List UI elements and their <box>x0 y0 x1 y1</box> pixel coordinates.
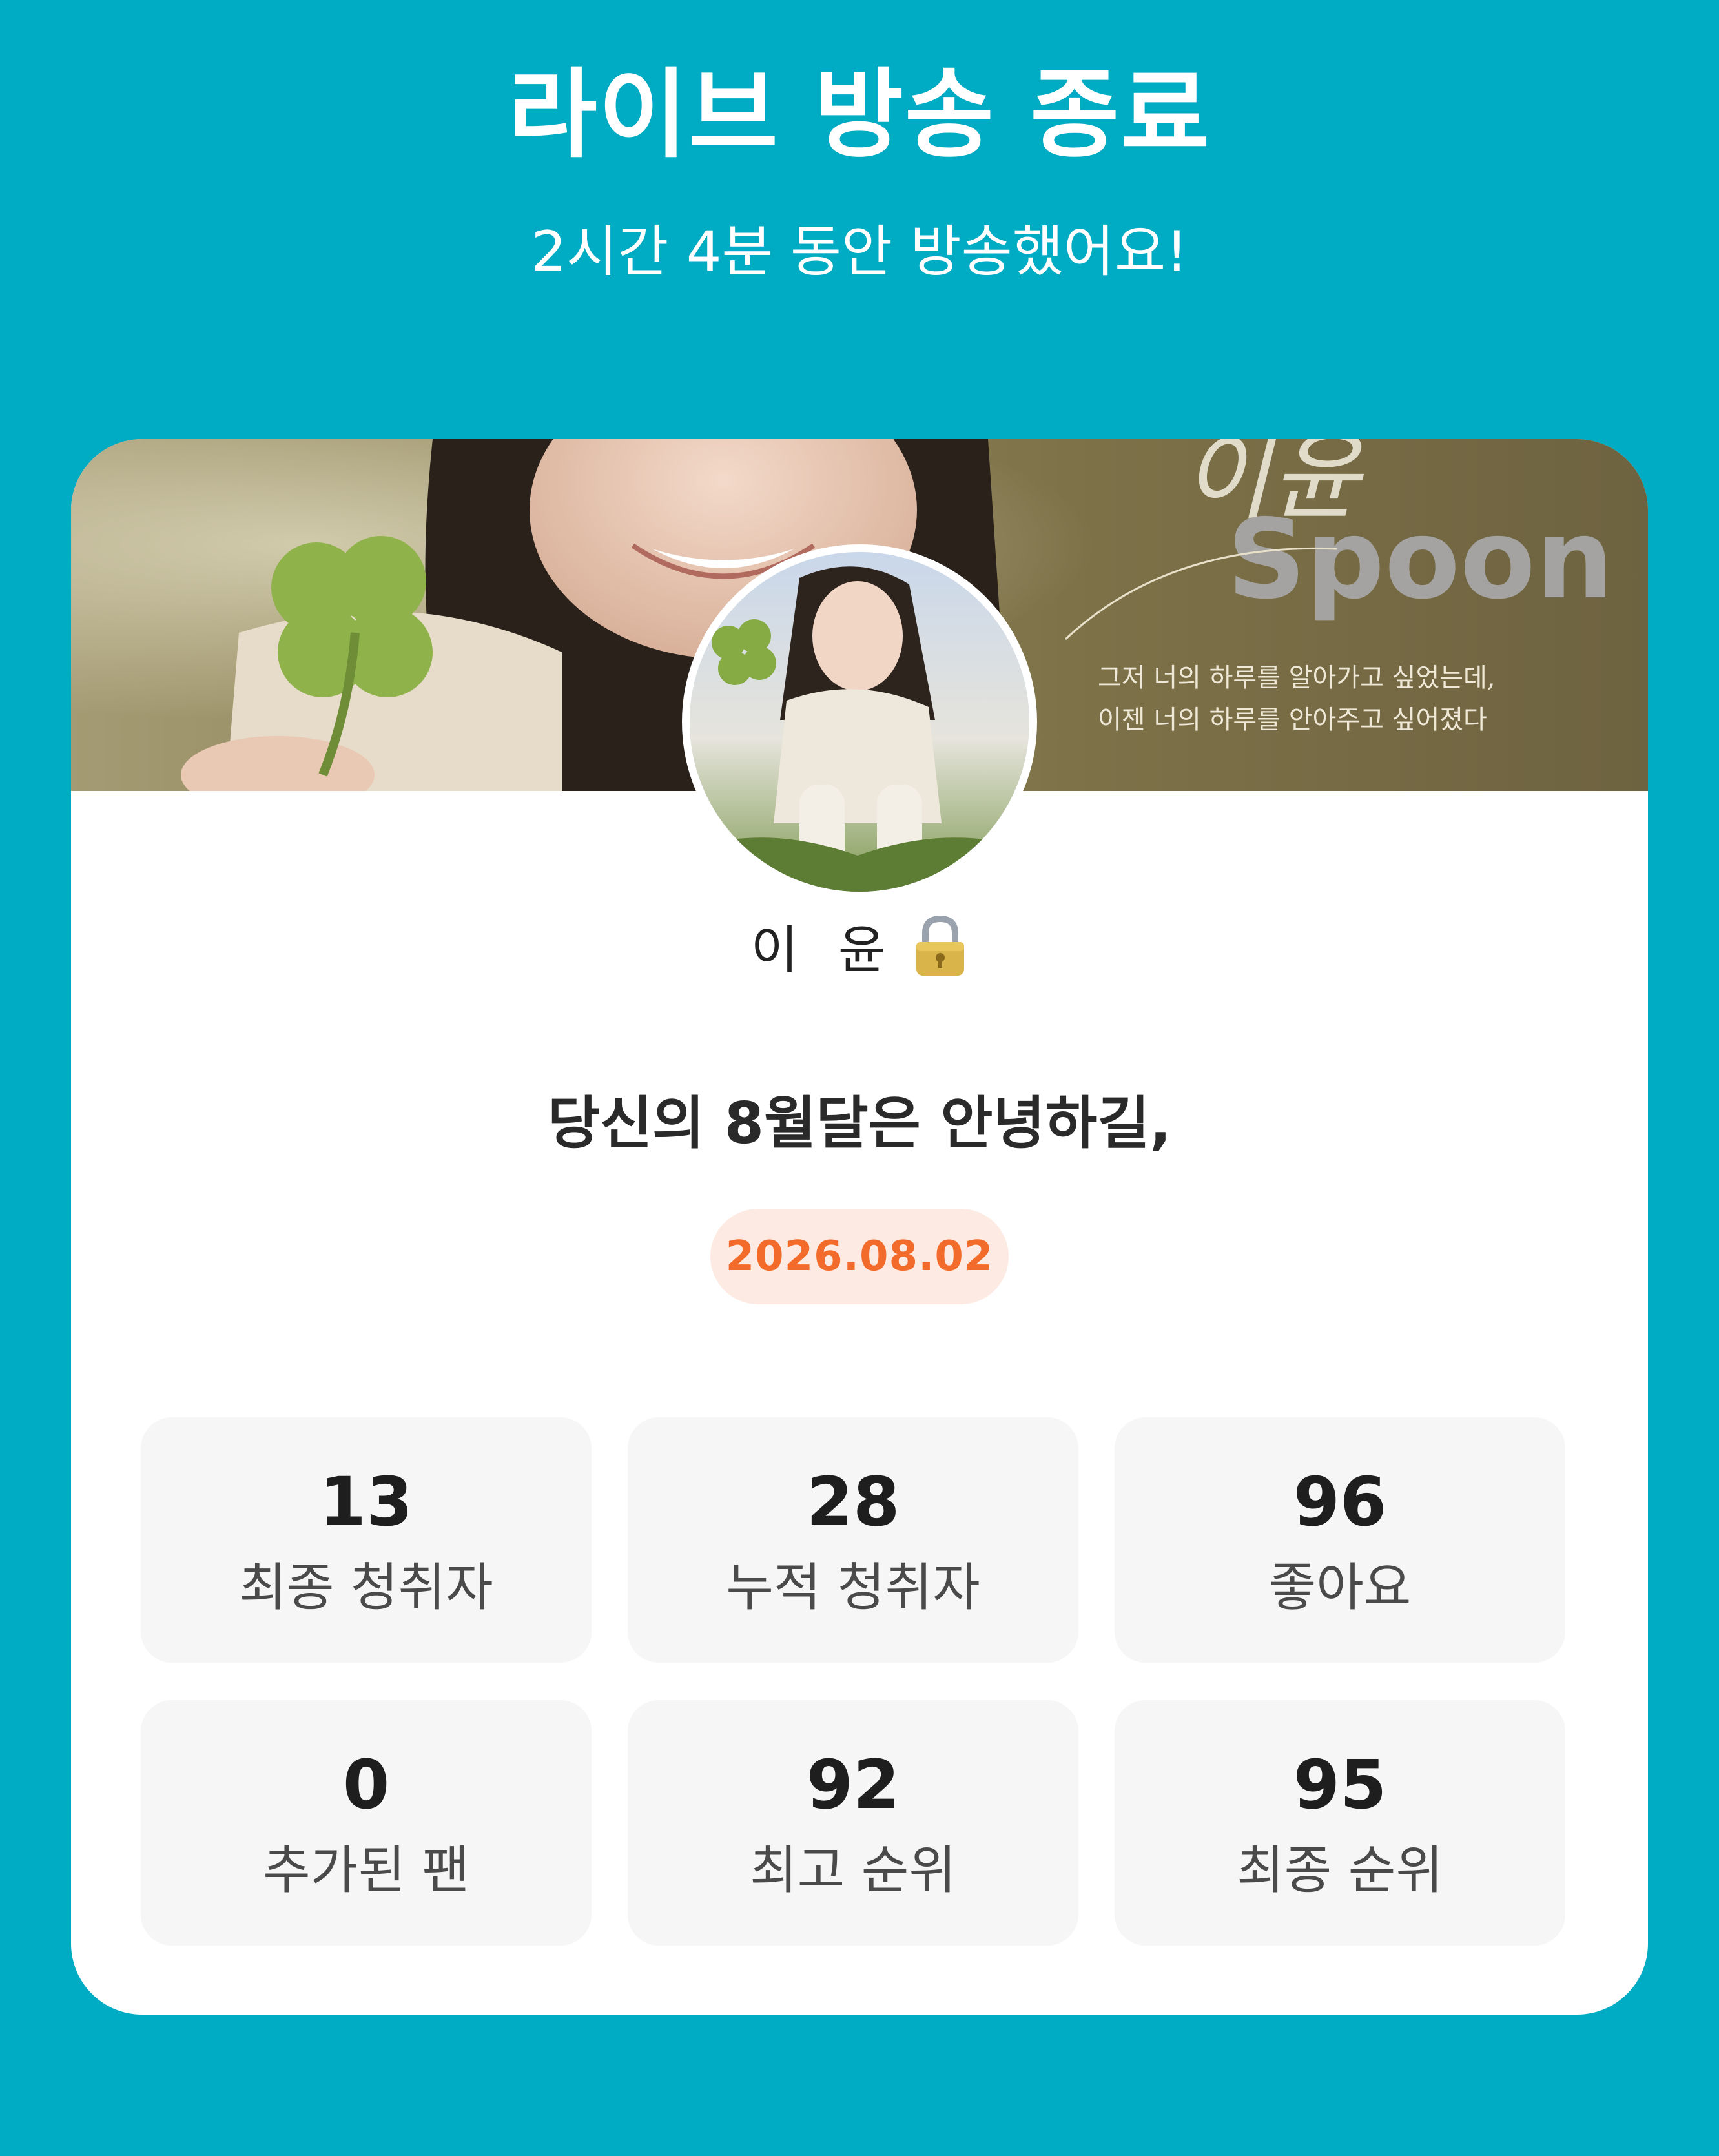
profile-name: 이 윤 <box>750 920 898 980</box>
profile-avatar[interactable] <box>682 544 1037 899</box>
stat-final-listeners: 13 최종 청취자 <box>141 1417 592 1663</box>
broadcast-date-badge: 2026.08.02 <box>710 1209 1009 1304</box>
spoon-logo: Spoon <box>1227 496 1614 624</box>
stat-value: 28 <box>806 1463 900 1541</box>
stat-label: 최고 순위 <box>750 1840 956 1900</box>
stat-value: 96 <box>1293 1463 1387 1541</box>
profile-name-row: 이 윤 <box>71 907 1648 985</box>
stat-value: 95 <box>1293 1745 1387 1824</box>
stat-label: 좋아요 <box>1268 1557 1412 1617</box>
page-title: 라이브 방송 종료 <box>508 59 1211 171</box>
banner-caption-line-2: 이젠 너의 하루를 안아주고 싶어졌다 <box>1098 705 1487 735</box>
broadcast-duration-text: 2시간 4분 동안 방송했어요! <box>531 220 1188 284</box>
lock-icon <box>912 914 968 978</box>
broadcast-title: 당신의 8월달은 안녕하길, <box>548 1090 1171 1156</box>
stat-total-listeners: 28 누적 청취자 <box>628 1417 1078 1663</box>
stat-label: 누적 청취자 <box>726 1557 980 1617</box>
stat-likes: 96 좋아요 <box>1115 1417 1565 1663</box>
stat-highest-rank: 92 최고 순위 <box>628 1700 1078 1946</box>
stat-final-rank: 95 최종 순위 <box>1115 1700 1565 1946</box>
stat-value: 13 <box>319 1463 413 1541</box>
stat-label: 추가된 팬 <box>263 1840 469 1900</box>
stat-value: 92 <box>806 1745 900 1824</box>
stat-new-fans: 0 추가된 팬 <box>141 1700 592 1946</box>
stat-value: 0 <box>342 1745 390 1824</box>
stats-grid: 13 최종 청취자 28 누적 청취자 96 좋아요 0 추가된 팬 92 최고… <box>141 1417 1565 1946</box>
banner-caption-line-1: 그저 너의 하루를 알아가고 싶었는데, <box>1098 663 1496 693</box>
stat-label: 최종 순위 <box>1237 1840 1443 1900</box>
stat-label: 최종 청취자 <box>239 1557 493 1617</box>
broadcast-summary-card: 이윤 Spoon 그저 너의 하루를 알아가고 싶었는데, 이젠 너의 하루를 … <box>71 439 1648 2015</box>
